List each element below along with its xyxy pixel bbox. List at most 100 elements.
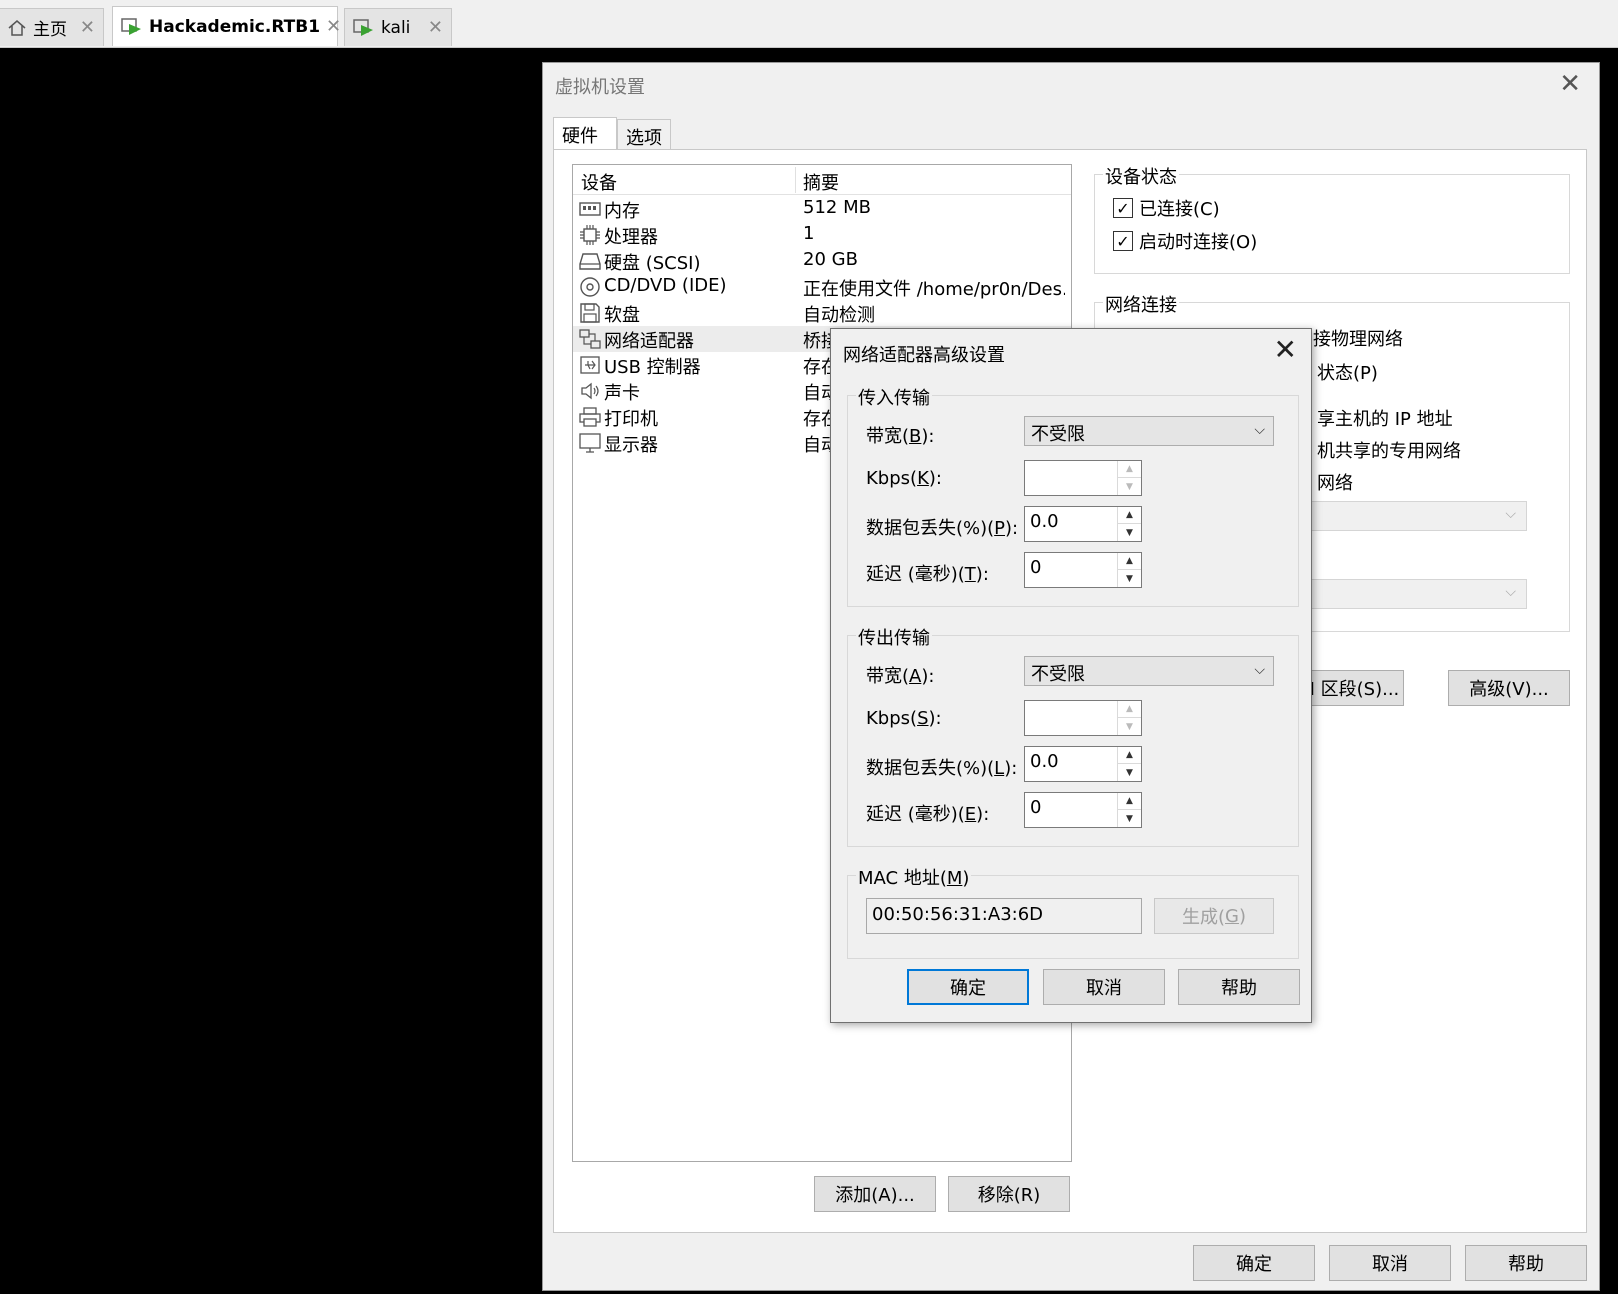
outgoing-bandwidth-label: 带宽(A):	[866, 662, 934, 688]
chevron-down-icon: ⌵	[1254, 422, 1265, 438]
arrow-down-icon[interactable]: ▼	[1117, 524, 1141, 541]
cdrom-icon	[580, 277, 600, 297]
incoming-legend: 传入传输	[856, 384, 932, 410]
ok-button[interactable]: 确定	[907, 969, 1029, 1005]
home-icon	[8, 19, 26, 36]
accelerator-key: T	[964, 564, 976, 585]
connected-label: 已连接(C)	[1139, 199, 1220, 220]
device-row-harddisk[interactable]: 硬盘 (SCSI) 20 GB	[573, 248, 1071, 274]
incoming-packet-loss-label: 数据包丢失(%)(P):	[866, 514, 1018, 540]
summary-column-header[interactable]: 摘要	[803, 169, 839, 195]
hostonly-option-text[interactable]: 机共享的专用网络	[1317, 437, 1461, 463]
tab-kali[interactable]: kali ✕	[344, 8, 452, 46]
arrow-down-icon[interactable]: ▼	[1117, 810, 1141, 827]
tab-hackademic[interactable]: Hackademic.RTB1 ✕	[112, 6, 341, 46]
tab-home[interactable]: 主页 ✕	[0, 8, 104, 46]
arrow-up-icon[interactable]: ▲	[1117, 507, 1141, 524]
device-name: USB 控制器	[604, 357, 701, 378]
label-close: ):	[928, 468, 942, 489]
close-icon[interactable]: ✕	[1559, 69, 1581, 99]
outgoing-packet-loss-stepper[interactable]: 0.0 ▲ ▼	[1024, 746, 1142, 782]
ok-button[interactable]: 确定	[1193, 1245, 1315, 1281]
device-name: CD/DVD (IDE)	[604, 275, 727, 296]
accelerator-key: A	[909, 666, 922, 687]
connected-checkbox[interactable]: ✓ 已连接(C)	[1113, 195, 1220, 221]
close-icon[interactable]: ✕	[326, 16, 341, 37]
device-status-group: 设备状态 ✓ 已连接(C) ✓ 启动时连接(O)	[1094, 163, 1570, 274]
printer-icon	[579, 407, 601, 427]
nat-option-text[interactable]: 享主机的 IP 地址	[1317, 405, 1453, 431]
incoming-packet-loss-stepper[interactable]: 0.0 ▲ ▼	[1024, 506, 1142, 542]
legend-close: )	[962, 868, 970, 889]
connect-at-poweron-label: 启动时连接(O)	[1139, 232, 1258, 253]
accelerator-key: G	[1225, 905, 1239, 927]
device-summary: 512 MB	[803, 197, 871, 218]
remove-device-button[interactable]: 移除(R)	[948, 1176, 1070, 1212]
cancel-button[interactable]: 取消	[1329, 1245, 1451, 1281]
bridged-option-text[interactable]: 接物理网络	[1313, 325, 1403, 351]
lan-segment-select[interactable]: ⌵	[1305, 579, 1527, 609]
arrow-down-icon[interactable]: ▼	[1117, 764, 1141, 781]
device-summary: 1	[803, 223, 815, 244]
device-row-cpu[interactable]: 处理器 1	[573, 222, 1071, 248]
label-text: 延迟 (毫秒)(	[866, 564, 965, 585]
label-text: 延迟 (毫秒)(	[866, 804, 965, 825]
stepper-value: 0.0	[1030, 751, 1059, 772]
label-text: Kbps(	[866, 708, 918, 729]
device-list-header: 设备 摘要	[573, 165, 1071, 195]
arrow-up-icon[interactable]: ▲	[1117, 701, 1141, 718]
device-row-floppy[interactable]: 软盘 自动检测	[573, 300, 1071, 326]
device-column-header[interactable]: 设备	[581, 169, 617, 195]
device-summary: 正在使用文件 /home/pr0n/Des...	[803, 279, 1065, 300]
chevron-down-icon: ⌵	[1254, 662, 1265, 678]
memory-icon	[579, 202, 601, 216]
close-icon[interactable]: ✕	[1274, 333, 1297, 366]
label-close: ):	[921, 426, 935, 447]
incoming-kbps-label: Kbps(K):	[866, 468, 942, 489]
incoming-bandwidth-select[interactable]: 不受限 ⌵	[1024, 416, 1274, 446]
selected-value: 不受限	[1031, 424, 1085, 445]
incoming-latency-stepper[interactable]: 0 ▲ ▼	[1024, 552, 1142, 588]
arrow-up-icon[interactable]: ▲	[1117, 461, 1141, 478]
tab-options[interactable]: 选项	[617, 119, 671, 149]
device-name: 打印机	[604, 409, 658, 430]
mac-address-field[interactable]: 00:50:56:31:A3:6D	[866, 898, 1142, 934]
custom-option-text[interactable]: 网络	[1317, 469, 1353, 495]
outgoing-bandwidth-select[interactable]: 不受限 ⌵	[1024, 656, 1274, 686]
help-button[interactable]: 帮助	[1465, 1245, 1587, 1281]
device-name: 内存	[604, 201, 640, 222]
button-close: )	[1238, 905, 1246, 927]
replicate-state-checkbox-label[interactable]: 状态(P)	[1317, 359, 1378, 385]
device-row-memory[interactable]: 内存 512 MB	[573, 196, 1071, 222]
label-text: Kbps(	[866, 468, 918, 489]
chevron-down-icon: ⌵	[1505, 584, 1516, 600]
close-icon[interactable]: ✕	[428, 17, 443, 38]
device-summary: 自动检测	[803, 305, 875, 326]
close-icon[interactable]: ✕	[80, 17, 95, 38]
arrow-up-icon[interactable]: ▲	[1117, 793, 1141, 810]
tab-hardware[interactable]: 硬件	[553, 117, 617, 149]
incoming-kbps-stepper[interactable]: ▲ ▼	[1024, 460, 1142, 496]
cancel-button[interactable]: 取消	[1043, 969, 1165, 1005]
tab-label: kali	[381, 17, 411, 38]
tab-label: 主页	[33, 20, 67, 40]
arrow-down-icon[interactable]: ▼	[1117, 570, 1141, 587]
label-text: 带宽(	[866, 666, 910, 687]
custom-network-select[interactable]: ⌵	[1305, 501, 1527, 531]
outgoing-legend: 传出传输	[856, 624, 932, 650]
connect-at-poweron-checkbox[interactable]: ✓ 启动时连接(O)	[1113, 228, 1257, 254]
accelerator-key: L	[994, 758, 1005, 779]
device-row-cdrom[interactable]: CD/DVD (IDE) 正在使用文件 /home/pr0n/Des...	[573, 274, 1071, 300]
arrow-up-icon[interactable]: ▲	[1117, 553, 1141, 570]
generate-mac-button[interactable]: 生成(G)	[1154, 898, 1274, 934]
add-device-button[interactable]: 添加(A)...	[814, 1176, 936, 1212]
help-button[interactable]: 帮助	[1178, 969, 1300, 1005]
arrow-down-icon[interactable]: ▼	[1117, 718, 1141, 735]
outgoing-latency-stepper[interactable]: 0 ▲ ▼	[1024, 792, 1142, 828]
arrow-up-icon[interactable]: ▲	[1117, 747, 1141, 764]
arrow-down-icon[interactable]: ▼	[1117, 478, 1141, 495]
advanced-button[interactable]: 高级(V)...	[1448, 670, 1570, 706]
floppy-icon	[580, 303, 600, 323]
outgoing-kbps-stepper[interactable]: ▲ ▼	[1024, 700, 1142, 736]
button-text: 生成(	[1181, 907, 1226, 928]
